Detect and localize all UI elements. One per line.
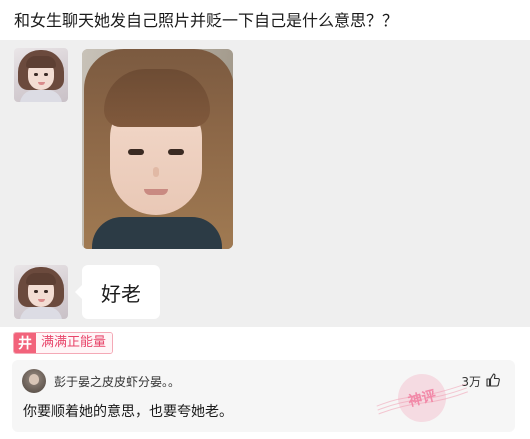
thumbs-up-icon[interactable] (485, 372, 501, 388)
sender-avatar (14, 265, 68, 319)
commenter-avatar[interactable] (22, 369, 46, 393)
top-comment[interactable]: 彭于晏之皮皮虾分晏。。 3万 你要顺着她的意思，也要夸她老。 神评 (12, 360, 515, 432)
hashtag-icon: 井 (14, 333, 36, 353)
sender-avatar (14, 48, 68, 102)
commenter-name[interactable]: 彭于晏之皮皮虾分晏。。 (54, 373, 180, 390)
selfie-photo[interactable] (82, 49, 233, 249)
topic-tag[interactable]: 井 满满正能量 (13, 332, 114, 354)
topic-tag-label: 满满正能量 (36, 333, 113, 353)
chat-message-bubble: 好老 (75, 265, 160, 319)
comment-text: 你要顺着她的意思，也要夸她老。 (23, 404, 233, 420)
chat-message-text: 好老 (101, 281, 141, 306)
question-title: 和女生聊天她发自己照片并贬一下自己是什么意思？？ (14, 11, 399, 30)
god-comment-stamp: 神评 (376, 368, 469, 428)
chat-screenshot (0, 40, 530, 327)
